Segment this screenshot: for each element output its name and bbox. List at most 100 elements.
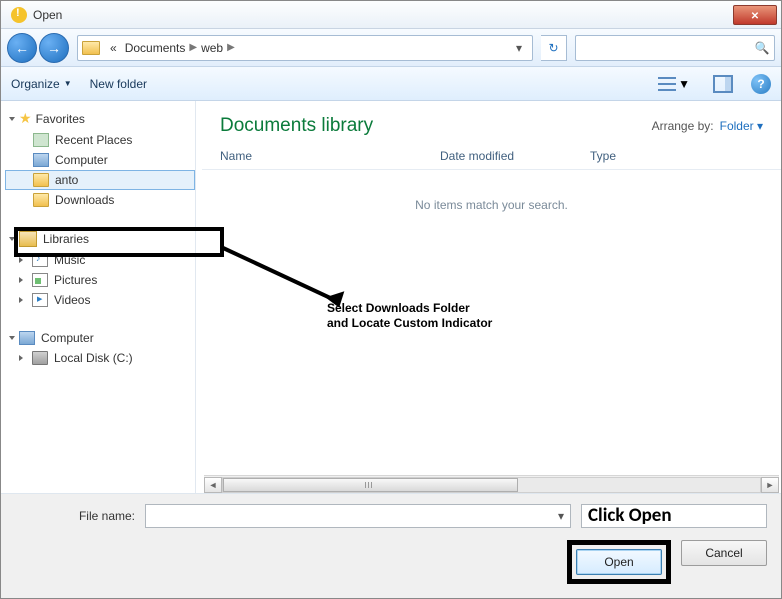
annotation-text-line1: Select Downloads Folder [327, 301, 492, 316]
bottom-panel: File name: ▾ Click Open Open Cancel [1, 493, 781, 598]
filetype-filter[interactable]: Click Open [581, 504, 767, 528]
filename-input[interactable] [146, 509, 552, 523]
view-mode-selector[interactable]: ▼ [653, 74, 695, 94]
pictures-icon [32, 273, 48, 287]
annotation-text: Select Downloads Folder and Locate Custo… [327, 301, 492, 331]
open-dialog-window: Open ← → « Documents ▶ web ▶ ▾ ↻ 🔍 Organ… [0, 0, 782, 599]
breadcrumb-sep: ▶ [227, 42, 235, 53]
localdisk-label: Local Disk (C:) [54, 351, 133, 365]
col-name[interactable]: Name [220, 149, 440, 163]
main-area: ★ Favorites Recent Places Computer anto [1, 101, 781, 493]
libraries-group[interactable]: Libraries [5, 228, 195, 250]
disk-icon [32, 351, 48, 365]
search-box[interactable]: 🔍 [575, 35, 775, 61]
computer2-label: Computer [41, 331, 94, 345]
computer-icon [19, 331, 35, 345]
annotation-click-open: Click Open [582, 504, 678, 528]
window-title: Open [33, 8, 733, 22]
recent-places-icon [33, 133, 49, 147]
file-list-pane: Documents library Arrange by: Folder ▾ N… [202, 101, 781, 493]
new-folder-button[interactable]: New folder [90, 77, 147, 91]
downloads-label: Downloads [55, 193, 114, 207]
caret-right-icon [19, 355, 26, 361]
caret-right-icon [19, 277, 26, 283]
refresh-button[interactable]: ↻ [541, 35, 567, 61]
favorites-group[interactable]: ★ Favorites [5, 107, 195, 130]
newfolder-label: New folder [90, 77, 147, 91]
libraries-label: Libraries [43, 232, 89, 246]
chevron-down-icon: ▼ [678, 77, 690, 91]
filename-dropdown[interactable]: ▾ [552, 509, 570, 523]
scroll-thumb[interactable] [223, 478, 518, 492]
open-button[interactable]: Open [576, 549, 662, 575]
annotation-text-line2: and Locate Custom Indicator [327, 316, 492, 331]
arrange-by-label: Arrange by: [652, 119, 714, 133]
horizontal-scrollbar[interactable]: ◄ ► [204, 475, 779, 493]
app-icon [11, 7, 27, 23]
toolbar: Organize ▼ New folder ▼ ? [1, 67, 781, 101]
breadcrumb-prefix: « [106, 41, 121, 55]
navigation-sidebar: ★ Favorites Recent Places Computer anto [1, 101, 196, 493]
arrange-by-selector[interactable]: Folder ▾ [720, 119, 763, 133]
organize-menu[interactable]: Organize ▼ [11, 77, 72, 91]
organize-label: Organize [11, 77, 60, 91]
sidebar-item-anto[interactable]: anto [5, 170, 195, 190]
empty-message: No items match your search. [202, 170, 781, 240]
help-button[interactable]: ? [751, 74, 771, 94]
libraries-icon [19, 231, 37, 247]
scroll-right-button[interactable]: ► [761, 477, 779, 493]
folder-icon [82, 41, 100, 55]
caret-down-icon [9, 117, 15, 121]
address-dropdown[interactable]: ▾ [510, 41, 528, 55]
computer-group[interactable]: Computer [5, 328, 195, 348]
sidebar-item-local-disk-c[interactable]: Local Disk (C:) [5, 348, 195, 368]
pictures-label: Pictures [54, 273, 97, 287]
chevron-down-icon: ▼ [64, 79, 72, 88]
scroll-track[interactable] [222, 477, 761, 493]
videos-icon [32, 293, 48, 307]
music-label: Music [54, 253, 85, 267]
close-button[interactable] [733, 5, 777, 25]
scroll-left-button[interactable]: ◄ [204, 477, 222, 493]
computer-label: Computer [55, 153, 108, 167]
filename-combobox[interactable]: ▾ [145, 504, 571, 528]
library-title: Documents library [220, 115, 373, 137]
titlebar: Open [1, 1, 781, 29]
navigation-bar: ← → « Documents ▶ web ▶ ▾ ↻ 🔍 [1, 29, 781, 67]
sidebar-item-downloads[interactable]: Downloads [5, 190, 195, 210]
address-bar[interactable]: « Documents ▶ web ▶ ▾ [77, 35, 533, 61]
sidebar-item-videos[interactable]: Videos [5, 290, 195, 310]
preview-pane-toggle[interactable] [713, 75, 733, 93]
forward-button[interactable]: → [39, 33, 69, 63]
anto-label: anto [55, 173, 78, 187]
caret-down-icon [9, 237, 15, 241]
folder-icon [33, 173, 49, 187]
computer-icon [33, 153, 49, 167]
videos-label: Videos [54, 293, 90, 307]
breadcrumb-documents[interactable]: Documents [121, 41, 190, 55]
breadcrumb-web[interactable]: web [197, 41, 227, 55]
library-header: Documents library Arrange by: Folder ▾ [202, 101, 781, 141]
column-headers[interactable]: Name Date modified Type [202, 141, 781, 170]
sidebar-item-computer[interactable]: Computer [5, 150, 195, 170]
annotation-open-highlight: Open [567, 540, 671, 584]
cancel-button[interactable]: Cancel [681, 540, 767, 566]
arrange-by-value: Folder [720, 119, 754, 133]
breadcrumb-sep: ▶ [189, 42, 197, 53]
list-view-icon [658, 77, 676, 91]
sidebar-item-pictures[interactable]: Pictures [5, 270, 195, 290]
col-type[interactable]: Type [590, 149, 763, 163]
search-icon[interactable]: 🔍 [750, 41, 774, 55]
sidebar-item-recent-places[interactable]: Recent Places [5, 130, 195, 150]
music-icon [32, 253, 48, 267]
recent-label: Recent Places [55, 133, 132, 147]
filename-label: File name: [15, 509, 135, 523]
caret-right-icon [19, 297, 26, 303]
folder-icon [33, 193, 49, 207]
caret-right-icon [19, 257, 26, 263]
caret-down-icon [9, 336, 15, 340]
back-button[interactable]: ← [7, 33, 37, 63]
search-input[interactable] [576, 41, 750, 55]
sidebar-item-music[interactable]: Music [5, 250, 195, 270]
col-date[interactable]: Date modified [440, 149, 590, 163]
